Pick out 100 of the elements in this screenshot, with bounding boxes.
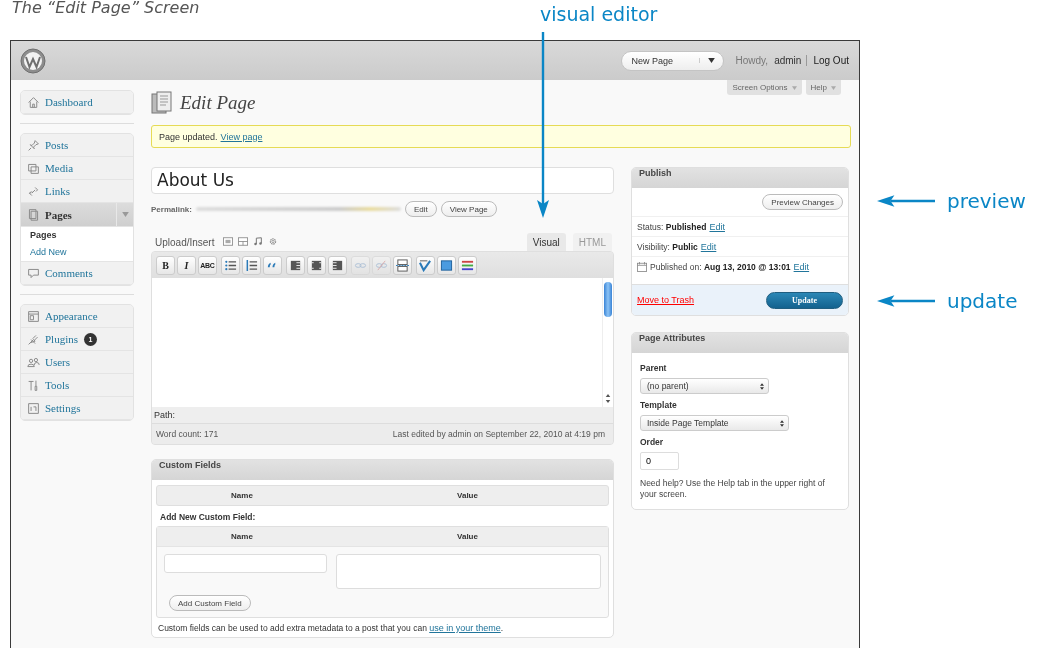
move-to-trash-link[interactable]: Move to Trash <box>637 295 695 305</box>
plug-icon <box>27 332 40 346</box>
spellcheck-button[interactable] <box>416 255 435 275</box>
caret-icon <box>831 85 836 90</box>
figure-caption: The “Edit Page” Screen <box>12 0 200 16</box>
bold-button[interactable]: B <box>156 255 175 275</box>
preview-changes-button[interactable]: Preview Changes <box>762 194 843 210</box>
submenu-item[interactable]: Add New <box>21 244 133 261</box>
column-header: Value <box>456 532 479 541</box>
caret-icon <box>698 58 715 63</box>
callout-arrow <box>877 194 935 208</box>
parent-select[interactable]: (no parent) <box>640 378 769 394</box>
help-text: Need help? Use the Help tab in the upper right of your screen. <box>640 478 826 501</box>
house-icon <box>27 95 40 109</box>
screen-tab[interactable]: Help <box>805 80 841 95</box>
unlink-icon <box>375 258 388 272</box>
kitchen-sink-button[interactable] <box>458 255 477 275</box>
gear-icon[interactable] <box>268 237 279 246</box>
user-link[interactable]: admin <box>774 55 808 66</box>
italic-button[interactable]: I <box>177 255 196 275</box>
update-button[interactable]: Update <box>766 291 843 309</box>
panel-title: Page Attributes <box>632 333 848 353</box>
view-page-link[interactable]: View page <box>220 131 263 142</box>
tools-icon <box>27 378 40 392</box>
page-title: Edit Page <box>180 92 256 114</box>
updown-arrows-icon <box>780 419 784 427</box>
title-field[interactable]: About Us <box>151 167 614 194</box>
column-header: Value <box>456 491 479 500</box>
square-icon <box>440 258 453 272</box>
sidebar-item[interactable]: Pages <box>21 203 133 227</box>
sidebar-item[interactable]: Posts <box>21 134 133 157</box>
theme-link[interactable]: use in your theme <box>429 623 501 633</box>
align-center-button[interactable] <box>307 255 326 275</box>
editor-tab[interactable]: Visual <box>526 233 566 251</box>
permalink-label: Permalink: <box>151 204 192 214</box>
permalink-button[interactable]: Edit <box>404 201 437 217</box>
name-field[interactable] <box>164 554 327 573</box>
new-page-dropdown[interactable]: New Page <box>620 50 724 71</box>
film-icon[interactable] <box>238 237 249 246</box>
publish-setting: Status: Published <box>637 221 707 232</box>
value-field[interactable] <box>336 554 601 589</box>
numbered-list-icon <box>245 258 258 272</box>
align-left-icon <box>289 258 302 272</box>
bulleted-list-button[interactable] <box>221 255 240 275</box>
field-label: Template <box>640 400 678 410</box>
photos-icon <box>27 161 40 175</box>
callout-label: preview <box>947 189 1026 213</box>
pages-icon <box>27 208 40 221</box>
edit-link[interactable]: Edit <box>709 221 725 232</box>
upload-label: Upload/Insert <box>155 237 215 248</box>
caret-icon <box>791 85 797 90</box>
field-label: Parent <box>640 363 668 373</box>
caret-icon <box>121 212 129 217</box>
logout-link[interactable]: Log Out <box>813 55 849 66</box>
scroll-thumb[interactable] <box>604 282 612 317</box>
align-left-button[interactable] <box>286 255 305 275</box>
music-note-icon[interactable] <box>253 237 264 246</box>
updown-arrows-icon <box>760 382 764 390</box>
panel-title: Custom Fields <box>152 460 613 480</box>
quote-button[interactable] <box>263 255 282 275</box>
callout-arrow <box>877 294 935 308</box>
scroll-arrows-icon[interactable] <box>605 392 611 405</box>
publish-setting: Published on: Aug 13, 2010 @ 13:01 <box>650 261 791 272</box>
add-custom-field-button[interactable]: Add Custom Field <box>169 595 251 611</box>
speech-bubble-icon <box>27 266 40 280</box>
submenu-item[interactable]: Pages <box>21 227 133 244</box>
template-select[interactable]: Inside Page Template <box>640 415 789 431</box>
more-tag-button[interactable] <box>393 255 412 275</box>
panel-title: Publish <box>632 168 848 188</box>
field-label: Order <box>640 437 665 447</box>
stripes-icon <box>461 258 474 272</box>
numbered-list-button[interactable] <box>242 255 261 275</box>
publish-setting: Visibility: Public <box>637 241 698 252</box>
edit-link[interactable]: Edit <box>700 241 717 252</box>
align-right-button[interactable] <box>328 255 347 275</box>
sidebar-item[interactable]: Dashboard <box>21 91 133 114</box>
screen-tab[interactable]: Screen Options <box>727 80 802 95</box>
layout-icon <box>27 309 40 323</box>
logo-icon <box>20 47 46 74</box>
sidebar-item[interactable]: Appearance <box>21 305 133 328</box>
last-edited-text: Last edited by admin on September 22, 2010 at 4:19 pm <box>392 429 605 439</box>
check-icon <box>419 258 432 272</box>
chain-icon <box>27 184 40 198</box>
image-icon[interactable] <box>223 237 234 246</box>
pin-icon <box>27 138 40 152</box>
callout-label: visual editor <box>540 3 658 25</box>
pages-icon <box>151 91 173 115</box>
column-header: Name <box>230 532 254 541</box>
page-break-icon <box>396 258 409 272</box>
callout-label: update <box>947 289 1018 313</box>
scrollbar[interactable] <box>602 278 613 407</box>
word-count: Word count: 171 <box>156 429 219 439</box>
edit-link[interactable]: Edit <box>793 261 810 272</box>
calendar-icon <box>637 261 647 272</box>
permalink-button[interactable]: View Page <box>440 201 497 217</box>
column-header: Name <box>230 491 254 500</box>
notice-text: Page updated. <box>159 131 218 142</box>
order-field[interactable]: 0 <box>640 452 679 470</box>
fullscreen-button[interactable] <box>437 255 456 275</box>
people-icon <box>27 355 40 369</box>
